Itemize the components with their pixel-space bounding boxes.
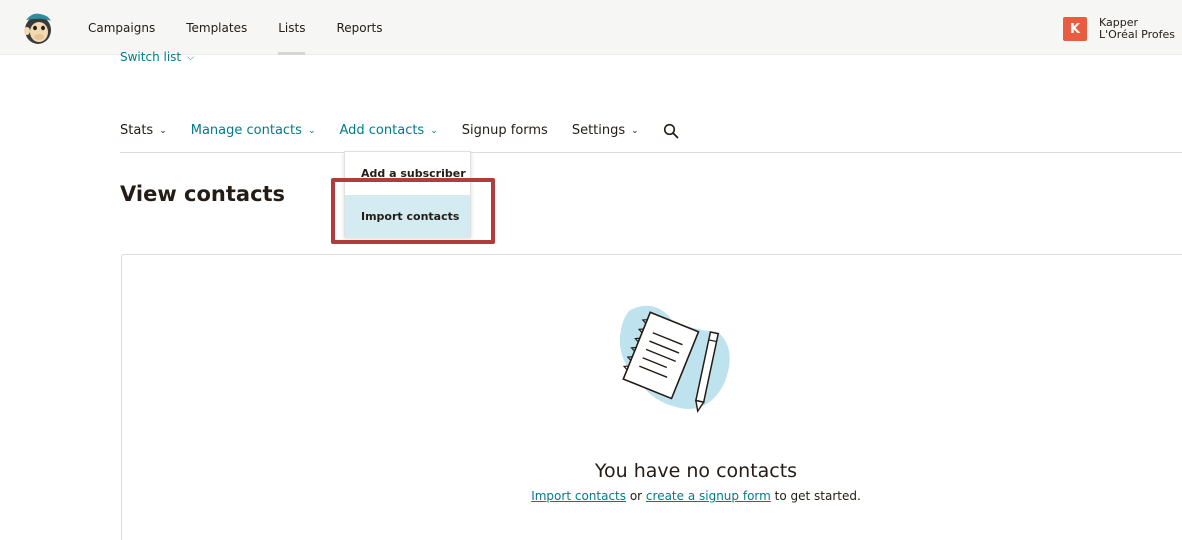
import-contacts-link[interactable]: Import contacts bbox=[531, 489, 626, 503]
chevron-down-icon: ⌄ bbox=[430, 126, 438, 136]
subnav-settings[interactable]: Settings ⌄ bbox=[572, 116, 639, 147]
list-subnav: Stats ⌄ Manage contacts ⌄ Add contacts ⌄ Si… bbox=[120, 116, 1182, 153]
subnav-add-contacts-label: Add contacts bbox=[339, 123, 425, 138]
switch-list-dropdown[interactable]: Switch list ⌵ bbox=[120, 50, 194, 64]
subnav-manage-contacts-label: Manage contacts bbox=[190, 123, 302, 138]
top-navigation-bar: Campaigns Templates Lists Reports K Kapp… bbox=[0, 0, 1182, 55]
mailchimp-logo-icon[interactable] bbox=[20, 10, 56, 46]
or-text: or bbox=[626, 489, 646, 503]
subnav-settings-label: Settings bbox=[571, 123, 626, 138]
subnav-manage-contacts[interactable]: Manage contacts ⌄ bbox=[191, 116, 316, 147]
main-nav: Campaigns Templates Lists Reports bbox=[88, 0, 413, 55]
subnav-signup-forms[interactable]: Signup forms bbox=[462, 116, 548, 146]
empty-state-title: You have no contacts bbox=[594, 460, 798, 482]
nav-lists[interactable]: Lists bbox=[278, 0, 306, 55]
nav-reports[interactable]: Reports bbox=[336, 0, 382, 55]
subnav-stats[interactable]: Stats ⌄ bbox=[120, 116, 167, 147]
account-org: L'Oréal Profes bbox=[1099, 28, 1175, 41]
suffix-text: to get started. bbox=[770, 489, 861, 503]
chevron-down-icon: ⌄ bbox=[307, 126, 316, 136]
nav-templates[interactable]: Templates bbox=[186, 0, 247, 55]
nav-campaigns[interactable]: Campaigns bbox=[88, 0, 155, 55]
empty-state-message: Import contacts or create a signup form … bbox=[421, 489, 971, 503]
chevron-down-icon: ⌵ bbox=[187, 53, 194, 63]
subnav-add-contacts[interactable]: Add contacts ⌄ bbox=[339, 116, 437, 147]
page-title: View contacts bbox=[120, 182, 286, 206]
account-menu[interactable]: K Kapper L'Oréal Profes bbox=[1063, 17, 1175, 41]
avatar[interactable]: K bbox=[1063, 17, 1087, 41]
account-info[interactable]: Kapper L'Oréal Profes bbox=[1099, 17, 1175, 41]
chevron-down-icon: ⌄ bbox=[631, 126, 639, 136]
chevron-down-icon: ⌄ bbox=[159, 126, 167, 136]
search-icon[interactable] bbox=[663, 123, 679, 139]
switch-list-label: Switch list bbox=[120, 50, 182, 64]
notebook-pencil-illustration-icon bbox=[619, 305, 730, 413]
create-signup-form-link[interactable]: create a signup form bbox=[646, 489, 771, 503]
highlight-annotation-box bbox=[331, 178, 495, 244]
subnav-stats-label: Stats bbox=[120, 123, 154, 138]
